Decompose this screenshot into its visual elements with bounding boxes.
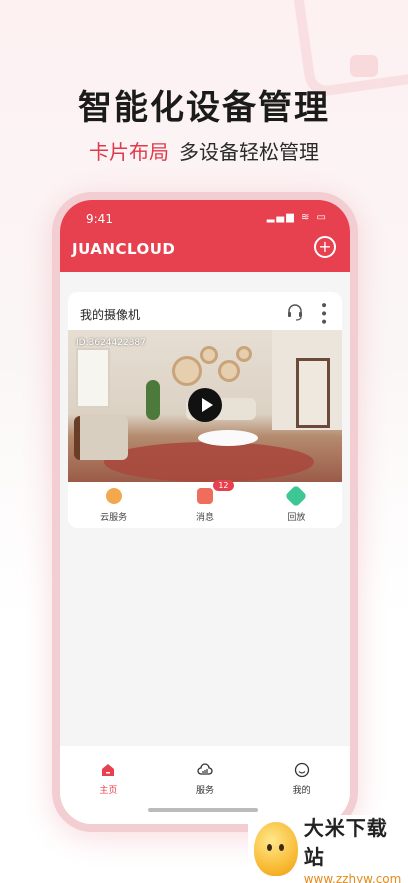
camera-card[interactable]: 我的摄像机 ••• ID:3624422387 云服务 12 消息 回放 bbox=[68, 292, 342, 528]
tab-home-label: 主页 bbox=[99, 786, 118, 796]
more-options-icon[interactable]: ••• bbox=[315, 301, 331, 326]
watermark-mascot-logo bbox=[254, 822, 298, 876]
watermark-name: 大米下载站 bbox=[303, 816, 388, 869]
messages-action[interactable]: 12 消息 bbox=[159, 480, 250, 528]
scene-chair bbox=[74, 416, 128, 460]
playback-label: 回放 bbox=[287, 513, 306, 523]
headset-support-icon[interactable] bbox=[286, 303, 304, 321]
camera-title: 我的摄像机 bbox=[80, 308, 141, 322]
messages-label: 消息 bbox=[195, 513, 214, 523]
scene-shelf bbox=[296, 358, 330, 428]
home-icon bbox=[102, 764, 115, 776]
cloud-upload-icon bbox=[105, 488, 122, 504]
cloud-service-label: 云服务 bbox=[100, 513, 128, 523]
add-device-button[interactable]: + bbox=[314, 236, 336, 258]
status-icons: ▂▄▆ ≋ ▭ bbox=[266, 212, 328, 223]
playback-icon bbox=[284, 484, 308, 508]
camera-video-preview[interactable]: ID:3624422387 bbox=[68, 330, 342, 482]
scene-table bbox=[198, 430, 258, 446]
promo-subline-rest: 多设备轻松管理 bbox=[179, 140, 319, 164]
message-icon bbox=[196, 488, 213, 504]
promo-subline: 卡片布局 多设备轻松管理 bbox=[0, 136, 408, 165]
watermark: 大米下载站 www.zzhyw.com bbox=[248, 815, 408, 883]
scene-plant bbox=[146, 380, 160, 420]
app-header: 9:41 ▂▄▆ ≋ ▭ JUANCLOUD + bbox=[60, 200, 350, 272]
plus-circle-icon: + bbox=[318, 237, 332, 256]
watermark-text: 大米下载站 www.zzhyw.com bbox=[304, 812, 408, 883]
app-screen: 9:41 ▂▄▆ ≋ ▭ JUANCLOUD + 我的摄像机 ••• ID:36… bbox=[60, 200, 350, 824]
tab-service[interactable]: 服务 bbox=[157, 762, 254, 824]
scene-window bbox=[76, 348, 110, 408]
home-indicator bbox=[148, 808, 258, 812]
card-actions: 云服务 12 消息 回放 bbox=[68, 480, 342, 528]
device-id: ID:3624422387 bbox=[76, 338, 146, 348]
play-button[interactable] bbox=[188, 388, 222, 422]
cloud-service-icon bbox=[197, 763, 213, 775]
playback-action[interactable]: 回放 bbox=[251, 484, 342, 528]
tab-profile-label: 我的 bbox=[292, 786, 311, 796]
message-count-badge: 12 bbox=[213, 480, 234, 491]
promo-headline: 智能化设备管理 bbox=[78, 88, 330, 128]
status-time: 9:41 bbox=[86, 212, 113, 226]
brand-logo: JUANCLOUD bbox=[72, 240, 176, 258]
watermark-url: www.zzhyw.com bbox=[303, 872, 402, 883]
scene-rug bbox=[104, 442, 314, 482]
promo-subline-accent: 卡片布局 bbox=[89, 140, 169, 164]
profile-icon bbox=[294, 762, 309, 778]
phone-frame: 9:41 ▂▄▆ ≋ ▭ JUANCLOUD + 我的摄像机 ••• ID:36… bbox=[52, 192, 358, 832]
tab-service-label: 服务 bbox=[196, 786, 215, 796]
tab-home[interactable]: 主页 bbox=[60, 762, 157, 824]
cloud-service-action[interactable]: 云服务 bbox=[68, 488, 159, 528]
background-decoration-small bbox=[350, 55, 378, 77]
